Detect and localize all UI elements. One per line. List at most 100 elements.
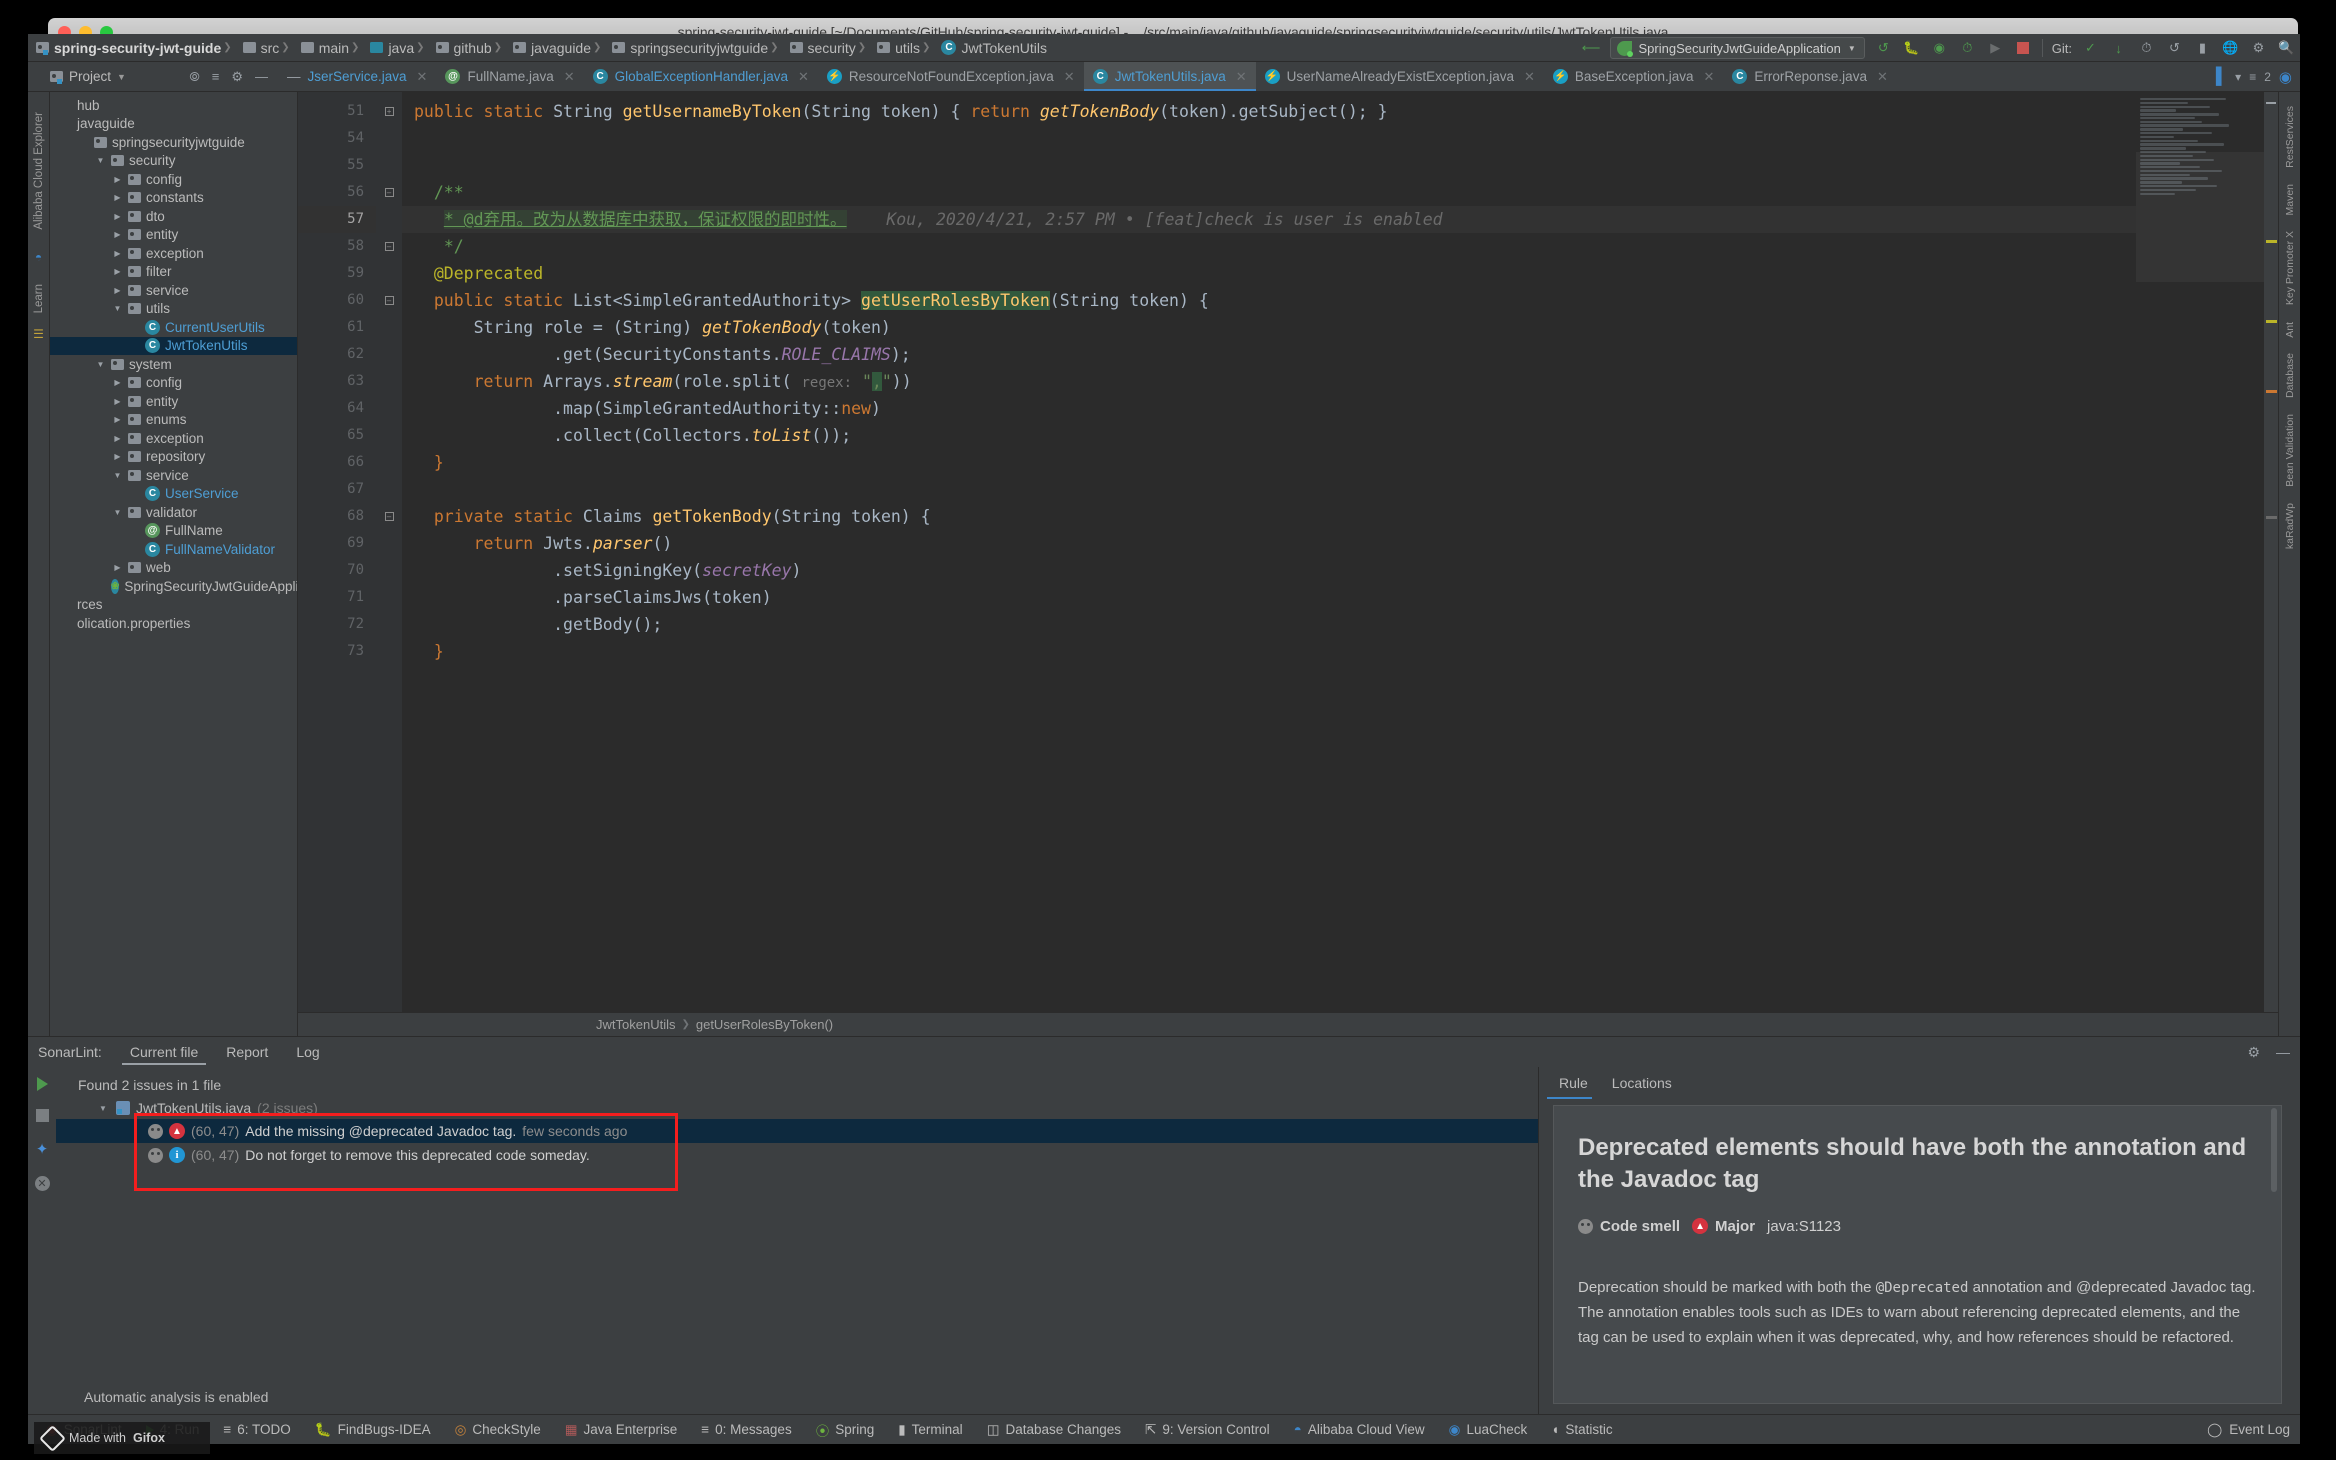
chevron-right-icon[interactable]: ▶ — [112, 452, 123, 461]
minimize-icon[interactable]: — — [2276, 1044, 2290, 1060]
profile-icon[interactable]: ⏱ — [1958, 39, 1977, 58]
chevron-right-icon[interactable]: ▶ — [112, 249, 123, 258]
strip-alibaba-cloud-explorer[interactable]: Alibaba Cloud Explorer — [33, 112, 45, 230]
debug-icon[interactable]: 🐛 — [1902, 39, 1921, 58]
make-project-icon[interactable]: ⟵ — [1582, 39, 1601, 58]
tab-log[interactable]: Log — [282, 1037, 333, 1067]
chevron-right-icon[interactable]: ▶ — [112, 193, 123, 202]
tree-item-service[interactable]: ▶ service — [50, 281, 297, 300]
tab-report[interactable]: Report — [212, 1037, 282, 1067]
warning-marker[interactable] — [2266, 240, 2277, 243]
gear-icon[interactable]: ⚙ — [231, 69, 243, 85]
tree-item-security[interactable]: ▼ security — [50, 152, 297, 171]
translate-icon[interactable]: 🌐 — [2221, 39, 2240, 58]
tree-item-olication-properties[interactable]: olication.properties — [50, 614, 297, 633]
breadcrumb-src[interactable]: src — [221, 40, 279, 56]
code-editor[interactable]: 51 54 55 56 57 58 59 60 61 62 63 64 65 6… — [298, 92, 2278, 1012]
locate-icon[interactable]: ⦾ — [189, 69, 199, 85]
tree-item-exception[interactable]: ▶ exception — [50, 244, 297, 263]
strip-learn[interactable]: Learn — [33, 284, 45, 313]
status-statistic[interactable]: ◖ Statistic — [1539, 1422, 1624, 1437]
breadcrumb-class[interactable]: C JwtTokenUtils — [920, 40, 1047, 56]
status-messages[interactable]: ≡ 0: Messages — [689, 1422, 803, 1437]
run-configuration-selector[interactable]: SpringSecurityJwtGuideApplication ▼ — [1609, 37, 1865, 59]
close-icon[interactable]: ✕ — [1064, 69, 1075, 85]
close-icon[interactable]: ✕ — [417, 69, 428, 85]
chevron-right-icon[interactable]: ▶ — [112, 175, 123, 184]
status-version-control[interactable]: ⇱ 9: Version Control — [1133, 1422, 1282, 1438]
strip-key-promoter[interactable]: Key Promoter X — [2284, 231, 2296, 305]
tree-item-entity[interactable]: ▶ entity — [50, 392, 297, 411]
tab-errorreponse[interactable]: C ErrorReponse.java ✕ — [1723, 62, 1896, 91]
chevron-right-icon[interactable]: ▶ — [112, 415, 123, 424]
chevron-down-icon[interactable]: ▼ — [112, 508, 123, 517]
tab-usernamealreadyexistexception[interactable]: ⚡ UserNameAlreadyExistException.java ✕ — [1256, 62, 1544, 91]
collapse-all-icon[interactable]: ≡ — [212, 69, 220, 84]
status-todo[interactable]: ≡ 6: TODO — [211, 1422, 302, 1437]
chevron-down-icon[interactable]: ▾ — [2235, 70, 2241, 84]
stop-icon[interactable] — [2014, 39, 2033, 58]
issue-row-major[interactable]: ▲ (60, 47) Add the missing @deprecated J… — [56, 1119, 1538, 1143]
close-icon[interactable]: ✕ — [1703, 69, 1714, 85]
fold-collapse-icon[interactable]: – — [376, 179, 402, 206]
fold-expand-icon[interactable]: + — [376, 98, 402, 125]
close-icon[interactable]: ✕ — [564, 69, 575, 85]
configure-icon[interactable]: ✦ — [36, 1140, 49, 1158]
status-findbugs[interactable]: 🐛 FindBugs-IDEA — [303, 1422, 443, 1438]
tree-item-repository[interactable]: ▶ repository — [50, 448, 297, 467]
rule-panel-scrollbar[interactable] — [2271, 1108, 2277, 1192]
marker-eye-icon[interactable] — [2266, 102, 2276, 104]
tab-fullname[interactable]: @ FullName.java ✕ — [436, 62, 583, 91]
tree-item-hub[interactable]: hub — [50, 96, 297, 115]
project-tree-panel[interactable]: hub javaguide springsecurityjwtguide ▼ secur… — [50, 92, 298, 1036]
tab-current-file[interactable]: Current file — [116, 1037, 212, 1067]
tree-item-utils[interactable]: ▼ utils — [50, 300, 297, 319]
fold-collapse-icon[interactable]: – — [376, 503, 402, 530]
tree-item-rces[interactable]: rces — [50, 596, 297, 615]
chevron-right-icon[interactable]: ▶ — [112, 286, 123, 295]
tree-item-enums[interactable]: ▶ enums — [50, 411, 297, 430]
breadcrumb-java[interactable]: java — [349, 40, 414, 56]
chevron-right-icon[interactable]: ▶ — [112, 434, 123, 443]
chevron-down-icon[interactable]: ▼ — [96, 1104, 110, 1113]
chevron-right-icon[interactable]: ▶ — [112, 378, 123, 387]
status-alibaba-cloud-view[interactable]: ◓ Alibaba Cloud View — [1282, 1422, 1437, 1437]
minimap-viewport[interactable] — [2136, 152, 2264, 282]
breadcrumb-security[interactable]: security — [768, 40, 856, 56]
chevron-right-icon[interactable]: ▶ — [112, 397, 123, 406]
strip-maven[interactable]: Maven — [2284, 184, 2296, 216]
search-icon[interactable]: 🔍 — [2277, 39, 2296, 58]
close-icon[interactable]: ✕ — [1877, 69, 1888, 85]
chevron-down-icon[interactable]: ▼ — [95, 360, 106, 369]
editor-minimap[interactable] — [2136, 92, 2264, 1012]
warning-marker[interactable] — [2266, 320, 2277, 323]
tree-item-config[interactable]: ▶ config — [50, 170, 297, 189]
issue-file-row[interactable]: ▼ JwtTokenUtils.java (2 issues) — [56, 1097, 1538, 1119]
editor-marker-track[interactable] — [2264, 92, 2278, 1012]
clear-icon[interactable]: ✕ — [34, 1176, 50, 1191]
close-icon[interactable]: ✕ — [798, 69, 809, 85]
tab-baseexception[interactable]: ⚡ BaseException.java ✕ — [1544, 62, 1723, 91]
tree-item-web[interactable]: ▶ web — [50, 559, 297, 578]
tab-locations[interactable]: Locations — [1600, 1067, 1684, 1099]
tab-userservice[interactable]: — JserService.java ✕ — [278, 62, 436, 91]
tree-item-service[interactable]: ▼ service — [50, 466, 297, 485]
tree-item-fullnamevalidator[interactable]: C FullNameValidator — [50, 540, 297, 559]
chevron-right-icon[interactable]: ▶ — [112, 212, 123, 221]
gear-icon[interactable]: ⚙ — [2247, 1044, 2260, 1061]
tree-item-springsecurityjwtguideapplication[interactable]: ❀SpringSecurityJwtGuideApplication — [50, 577, 297, 596]
chevron-right-icon[interactable]: ▶ — [112, 267, 123, 276]
tree-item-system[interactable]: ▼ system — [50, 355, 297, 374]
strip-database[interactable]: Database — [2284, 353, 2296, 398]
fold-collapse-icon[interactable]: – — [376, 287, 402, 314]
strip-ant[interactable]: Ant — [2284, 322, 2296, 338]
breadcrumb-springsecurityjwtguide[interactable]: springsecurityjwtguide — [591, 40, 768, 56]
breadcrumb-project[interactable]: spring-security-jwt-guide — [36, 40, 221, 56]
run-icon[interactable]: ▶ — [1986, 39, 2005, 58]
chevron-down-icon[interactable]: ▼ — [112, 304, 123, 313]
close-icon[interactable]: ✕ — [1236, 69, 1247, 85]
strip-karadwp[interactable]: kaRadWp — [2284, 503, 2296, 549]
tree-item-config[interactable]: ▶ config — [50, 374, 297, 393]
status-checkstyle[interactable]: ◎ CheckStyle — [443, 1422, 553, 1438]
status-luacheck[interactable]: ◉ LuaCheck — [1437, 1422, 1540, 1438]
